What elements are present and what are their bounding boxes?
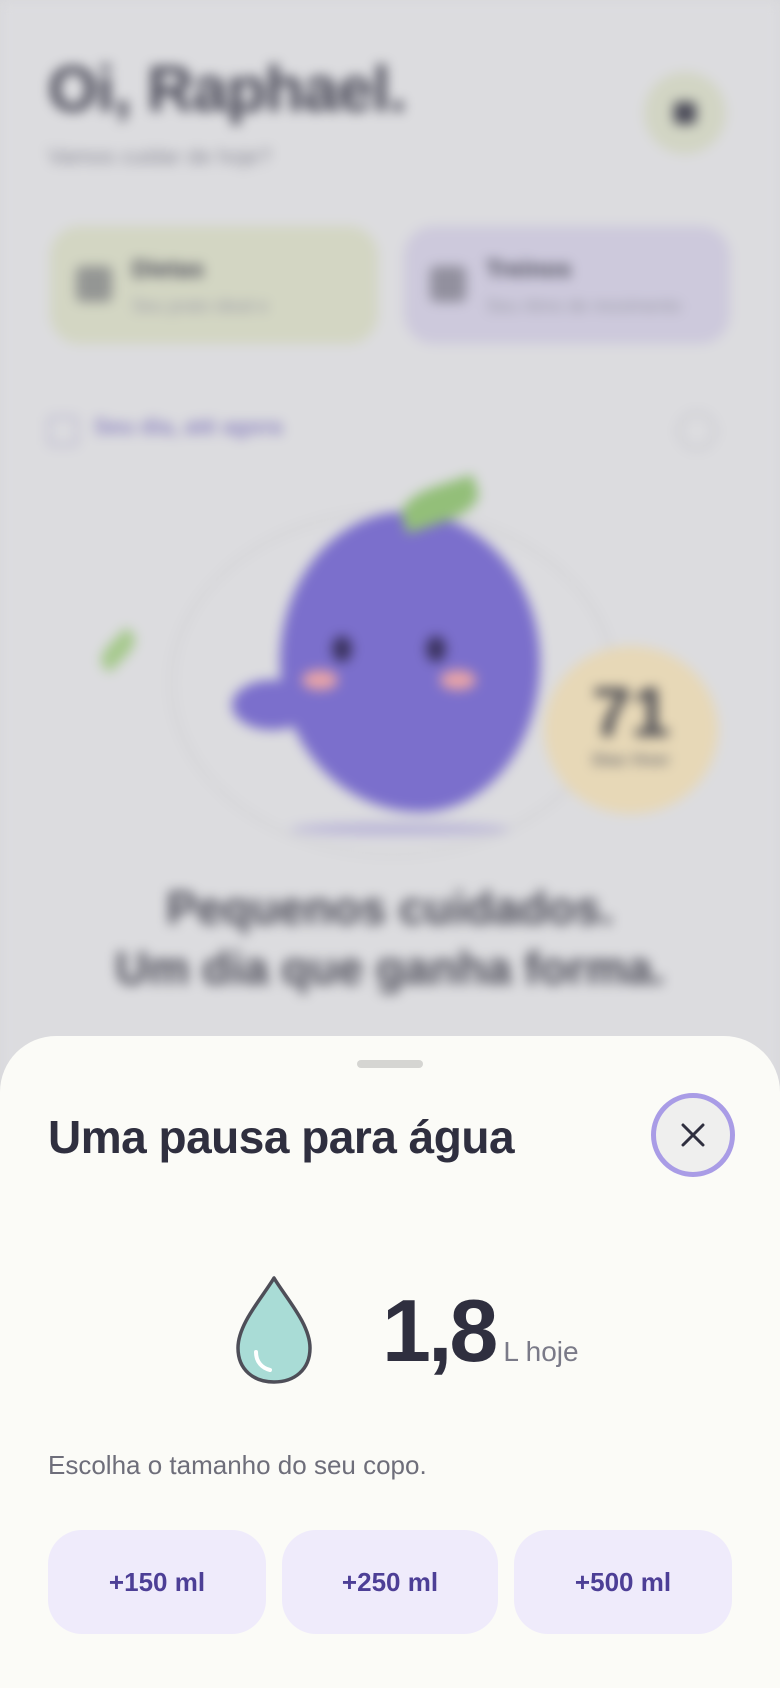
profile-icon	[674, 102, 696, 124]
water-amount-value: 1,8	[382, 1281, 498, 1380]
add-150ml-button[interactable]: +150 ml	[48, 1530, 266, 1634]
mascot-shadow	[290, 822, 510, 836]
greeting-subtitle: Vamos cuidar de hoje?	[48, 144, 272, 169]
mascot-eye	[426, 636, 446, 662]
close-icon	[681, 1123, 705, 1147]
water-amount: 1,8 L hoje	[382, 1280, 579, 1382]
dumbbell-icon	[430, 266, 466, 302]
close-button[interactable]	[651, 1093, 735, 1177]
day-label: Seu dia, até agora	[94, 414, 283, 439]
leaf-decoration	[95, 627, 141, 673]
profile-button	[644, 72, 726, 154]
water-drop-icon	[236, 1276, 312, 1384]
score-value: 71	[592, 673, 670, 751]
tagline-line-1: Pequenos cuidados.	[166, 882, 614, 934]
sheet-title: Uma pausa para água	[48, 1111, 515, 1163]
mascot-cheek	[302, 670, 338, 690]
treinos-card-title: Treinos	[486, 256, 572, 283]
tagline-line-2: Um dia que ganha forma.	[115, 942, 665, 994]
add-500ml-button[interactable]: +500 ml	[514, 1530, 732, 1634]
score-badge: 71 Dias Viver	[544, 646, 718, 814]
greeting-title: Oi, Raphael.	[48, 53, 407, 125]
tagline: Pequenos cuidados. Um dia que ganha form…	[0, 878, 780, 998]
water-bottom-sheet: Uma pausa para água 1,8 L hoje Escolha o…	[0, 1036, 780, 1688]
treinos-card-subtitle: Seu ritmo de movimento	[486, 296, 682, 316]
dietas-card-title: Dietas	[132, 256, 205, 283]
day-icon	[48, 416, 78, 446]
dietas-card-subtitle: Seu prato ideal e	[132, 296, 269, 316]
mascot-cheek	[440, 670, 476, 690]
dietas-card: Dietas Seu prato ideal e	[50, 226, 378, 344]
info-icon	[678, 412, 716, 450]
cup-size-hint: Escolha o tamanho do seu copo.	[48, 1450, 427, 1480]
treinos-card: Treinos Seu ritmo de movimento	[404, 226, 730, 344]
water-amount-unit: L hoje	[503, 1336, 579, 1367]
score-label: Dias Viver	[592, 752, 670, 769]
calendar-icon	[76, 266, 112, 302]
add-250ml-button[interactable]: +250 ml	[282, 1530, 498, 1634]
sheet-drag-handle[interactable]	[357, 1060, 423, 1068]
mascot-eye	[332, 636, 352, 662]
